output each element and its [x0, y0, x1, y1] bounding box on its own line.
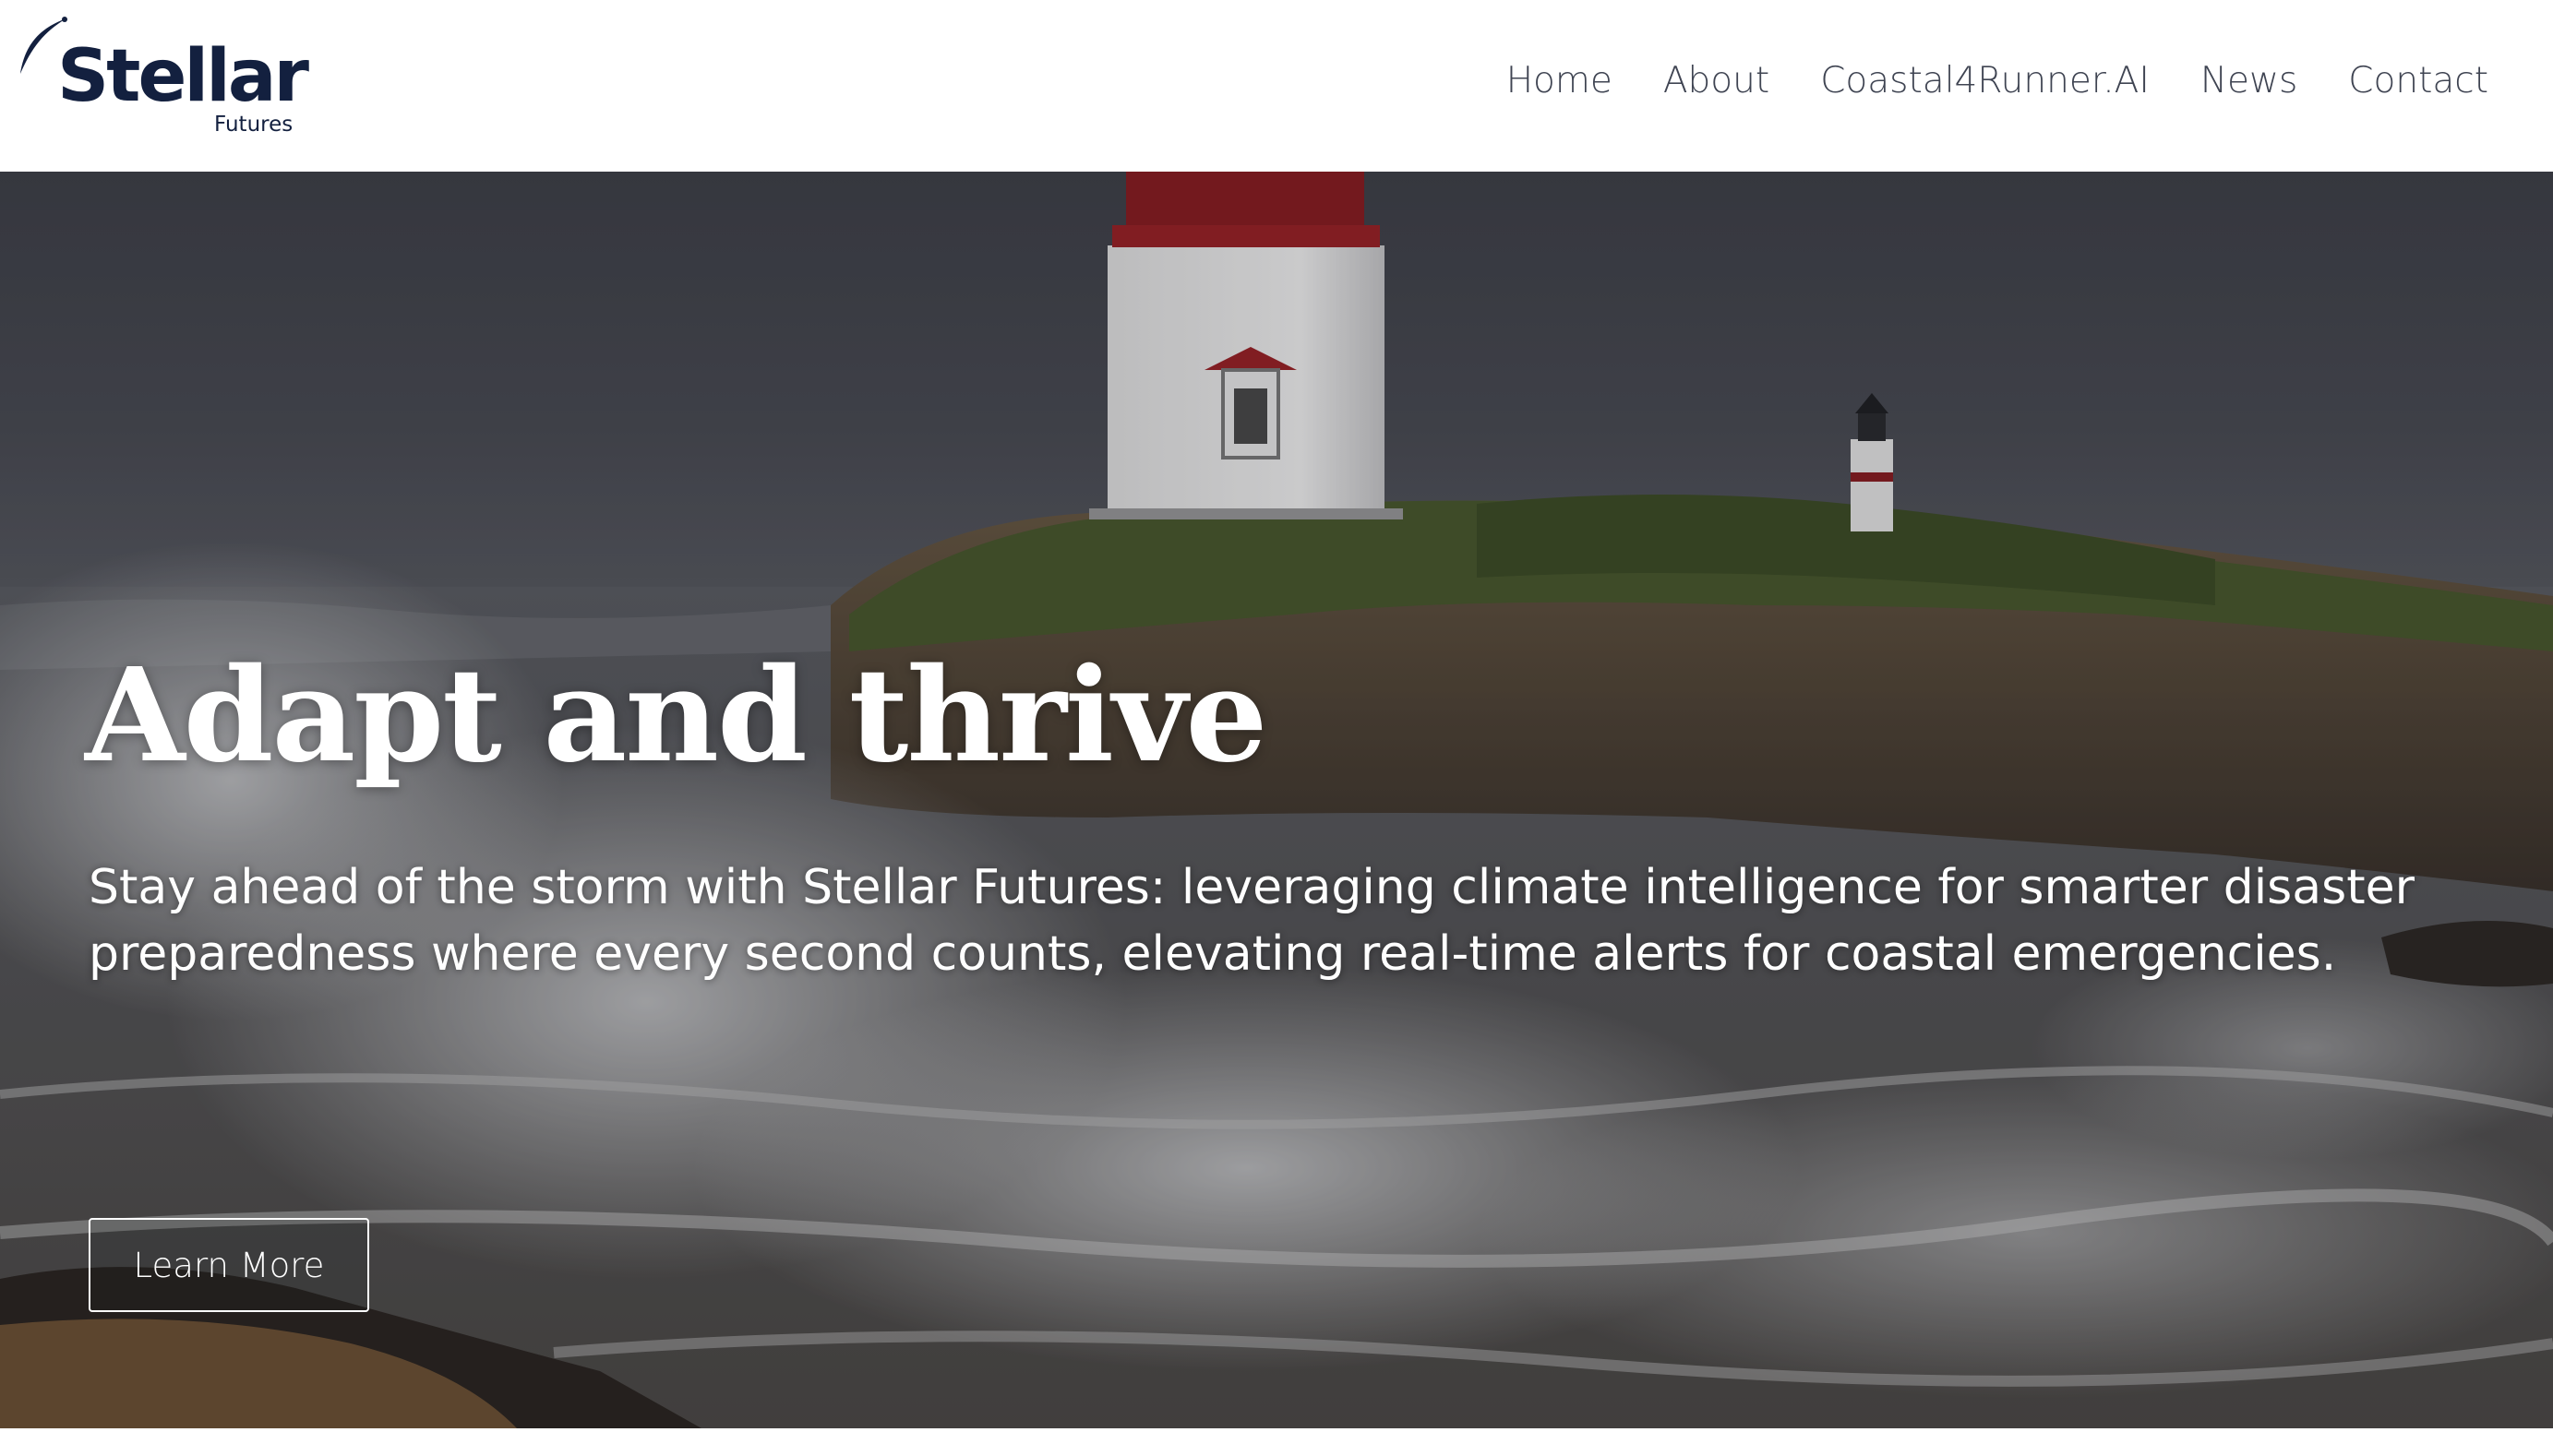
site-header: Stellar Futures Home About Coastal4Runne…: [0, 0, 2553, 172]
nav-about[interactable]: About: [1663, 57, 1769, 105]
hero-dim-overlay: [0, 172, 2553, 1428]
nav-coastal4runner[interactable]: Coastal4Runner.AI: [1820, 57, 2150, 105]
nav-home[interactable]: Home: [1506, 57, 1612, 105]
main-nav: Home About Coastal4Runner.AI News Contac…: [1506, 57, 2488, 105]
page-bottom-strip: [0, 1428, 2553, 1456]
brand-subtitle: Futures: [214, 113, 294, 137]
hero-section: Adapt and thrive Stay ahead of the storm…: [0, 172, 2553, 1428]
hero-title: Adapt and thrive: [85, 640, 1267, 792]
hero-subtitle: Stay ahead of the storm with Stellar Fut…: [89, 860, 2415, 982]
brand-name: Stellar: [57, 35, 309, 118]
nav-news[interactable]: News: [2200, 57, 2297, 105]
nav-contact[interactable]: Contact: [2348, 57, 2488, 105]
brand-logo[interactable]: Stellar Futures: [17, 13, 309, 151]
learn-more-button[interactable]: Learn More: [89, 1218, 369, 1312]
